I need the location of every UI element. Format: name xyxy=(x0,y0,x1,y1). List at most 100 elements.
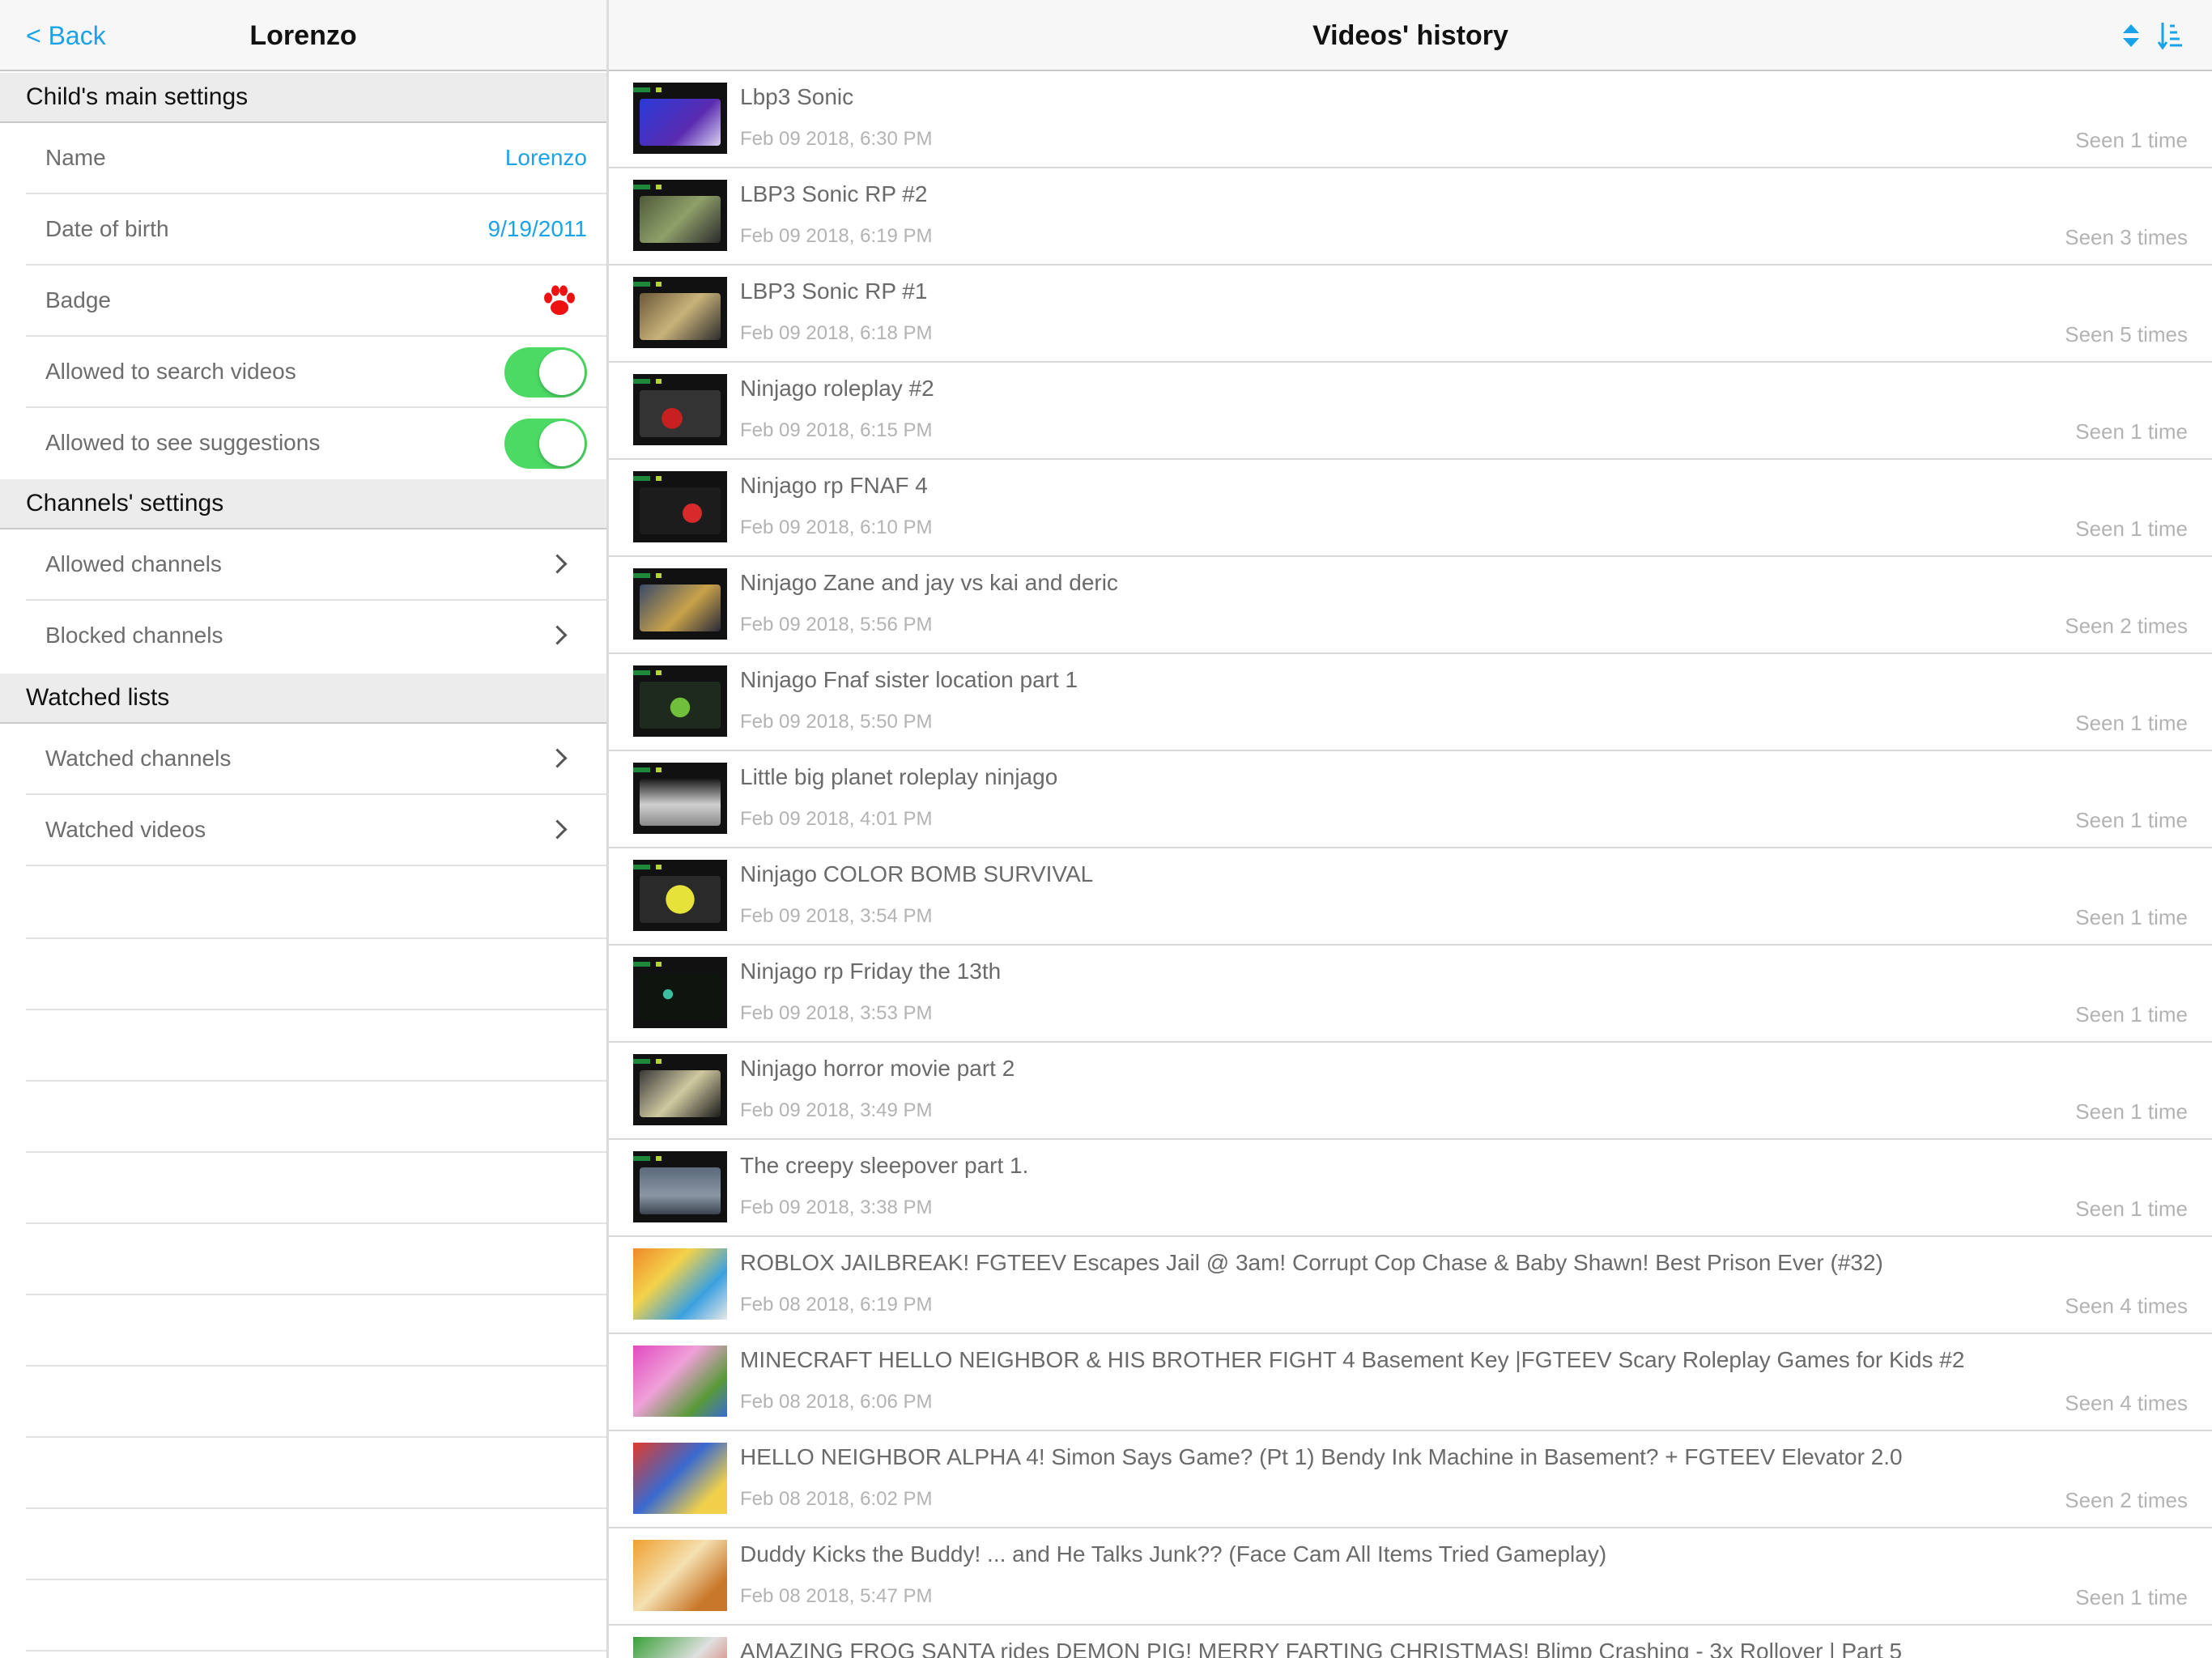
toggle-knob xyxy=(539,350,585,395)
badge-label: Badge xyxy=(45,287,111,312)
empty-row-separator xyxy=(26,1650,606,1652)
video-row[interactable]: MINECRAFT HELLO NEIGHBOR & HIS BROTHER F… xyxy=(609,1334,2212,1431)
video-thumbnail xyxy=(633,665,727,737)
video-title: MINECRAFT HELLO NEIGHBOR & HIS BROTHER F… xyxy=(740,1347,1965,1372)
badge-row[interactable]: Badge xyxy=(26,266,606,337)
video-thumbnail xyxy=(633,471,727,542)
empty-row-separator xyxy=(26,1579,606,1580)
video-row[interactable]: HELLO NEIGHBOR ALPHA 4! Simon Says Game?… xyxy=(609,1431,2212,1528)
video-thumbnail xyxy=(633,1054,727,1125)
video-seen-count: Seen 1 time xyxy=(2075,1002,2188,1027)
empty-row-separator xyxy=(26,1507,606,1509)
date-of-birth-value: 9/19/2011 xyxy=(487,216,588,241)
video-row[interactable]: Duddy Kicks the Buddy! ... and He Talks … xyxy=(609,1528,2212,1626)
video-title: Ninjago horror movie part 2 xyxy=(740,1056,1015,1081)
video-title: Ninjago COLOR BOMB SURVIVAL xyxy=(740,861,1094,886)
video-thumbnail xyxy=(633,374,727,445)
video-thumbnail xyxy=(633,277,727,348)
search-videos-label: Allowed to search videos xyxy=(45,359,296,384)
allowed-channels-label: Allowed channels xyxy=(45,551,222,576)
video-seen-count: Seen 1 time xyxy=(2075,711,2188,735)
video-date: Feb 09 2018, 6:15 PM xyxy=(740,419,933,441)
video-thumbnail xyxy=(633,1443,727,1514)
video-row[interactable]: Ninjago horror movie part 2 Feb 09 2018,… xyxy=(609,1043,2212,1140)
video-row[interactable]: Ninjago rp Friday the 13th Feb 09 2018, … xyxy=(609,946,2212,1043)
video-seen-count: Seen 1 time xyxy=(2075,1197,2188,1221)
video-date: Feb 08 2018, 6:02 PM xyxy=(740,1488,933,1510)
video-row[interactable]: AMAZING FROG SANTA rides DEMON PIG! MERR… xyxy=(609,1626,2212,1658)
video-history-list: Lbp3 Sonic Feb 09 2018, 6:30 PM Seen 1 t… xyxy=(609,71,2212,1658)
video-row[interactable]: Lbp3 Sonic Feb 09 2018, 6:30 PM Seen 1 t… xyxy=(609,71,2212,168)
video-date: Feb 09 2018, 6:30 PM xyxy=(740,128,933,150)
video-row[interactable]: Ninjago COLOR BOMB SURVIVAL Feb 09 2018,… xyxy=(609,848,2212,946)
empty-row-separator xyxy=(26,1009,606,1010)
video-date: Feb 09 2018, 3:54 PM xyxy=(740,905,933,927)
video-row[interactable]: Ninjago rp FNAF 4 Feb 09 2018, 6:10 PM S… xyxy=(609,460,2212,557)
search-videos-toggle[interactable] xyxy=(504,347,587,397)
video-seen-count: Seen 5 times xyxy=(2065,322,2188,346)
video-date: Feb 09 2018, 6:19 PM xyxy=(740,225,933,247)
sort-descending-icon[interactable] xyxy=(2157,21,2183,50)
video-title: Lbp3 Sonic xyxy=(740,84,854,109)
name-label: Name xyxy=(45,145,106,170)
chevron-right-icon xyxy=(547,819,568,840)
video-row[interactable]: LBP3 Sonic RP #1 Feb 09 2018, 6:18 PM Se… xyxy=(609,266,2212,363)
video-thumbnail xyxy=(633,1540,727,1611)
video-row[interactable]: Ninjago Fnaf sister location part 1 Feb … xyxy=(609,654,2212,751)
date-of-birth-label: Date of birth xyxy=(45,216,169,241)
section-header-channels-settings: Channels' settings xyxy=(0,479,606,529)
video-date: Feb 09 2018, 6:10 PM xyxy=(740,517,933,538)
section-header-watched-lists: Watched lists xyxy=(0,674,606,724)
video-thumbnail xyxy=(633,1248,727,1320)
video-thumbnail xyxy=(633,180,727,251)
watched-videos-row[interactable]: Watched videos xyxy=(26,795,606,866)
video-title: Little big planet roleplay ninjago xyxy=(740,764,1058,789)
video-date: Feb 09 2018, 3:49 PM xyxy=(740,1099,933,1121)
video-seen-count: Seen 1 time xyxy=(2075,517,2188,541)
name-value: Lorenzo xyxy=(504,145,587,170)
back-button[interactable]: < Back xyxy=(26,16,106,55)
blocked-channels-row[interactable]: Blocked channels xyxy=(26,601,606,672)
video-date: Feb 08 2018, 6:19 PM xyxy=(740,1294,933,1316)
video-title: The creepy sleepover part 1. xyxy=(740,1153,1029,1178)
chevron-right-icon xyxy=(547,748,568,768)
search-videos-row: Allowed to search videos xyxy=(26,337,606,408)
empty-row-separator xyxy=(26,1365,606,1367)
video-date: Feb 08 2018, 6:06 PM xyxy=(740,1391,933,1413)
video-title: AMAZING FROG SANTA rides DEMON PIG! MERR… xyxy=(740,1639,1903,1658)
video-thumbnail xyxy=(633,1151,727,1222)
right-navigation-bar: Videos' history xyxy=(609,0,2212,71)
video-date: Feb 08 2018, 5:47 PM xyxy=(740,1585,933,1607)
video-row[interactable]: The creepy sleepover part 1. Feb 09 2018… xyxy=(609,1140,2212,1237)
settings-pane: < Back Lorenzo Child's main settings Nam… xyxy=(0,0,606,1658)
video-date: Feb 09 2018, 3:38 PM xyxy=(740,1197,933,1218)
video-title: Duddy Kicks the Buddy! ... and He Talks … xyxy=(740,1541,1607,1567)
video-title: Ninjago rp Friday the 13th xyxy=(740,959,1002,984)
watched-channels-row[interactable]: Watched channels xyxy=(26,724,606,795)
suggestions-toggle[interactable] xyxy=(504,419,587,469)
video-thumbnail xyxy=(633,957,727,1028)
video-title: Ninjago Fnaf sister location part 1 xyxy=(740,667,1078,692)
video-thumbnail xyxy=(633,568,727,640)
video-seen-count: Seen 1 time xyxy=(2075,419,2188,444)
videos-history-title: Videos' history xyxy=(1312,20,1508,51)
video-date: Feb 09 2018, 5:56 PM xyxy=(740,614,933,636)
empty-row-separator xyxy=(26,937,606,939)
video-title: ROBLOX JAILBREAK! FGTEEV Escapes Jail @ … xyxy=(740,1250,1883,1275)
video-row[interactable]: ROBLOX JAILBREAK! FGTEEV Escapes Jail @ … xyxy=(609,1237,2212,1334)
video-row[interactable]: LBP3 Sonic RP #2 Feb 09 2018, 6:19 PM Se… xyxy=(609,168,2212,266)
video-thumbnail xyxy=(633,860,727,931)
video-title: Ninjago rp FNAF 4 xyxy=(740,473,928,498)
video-seen-count: Seen 4 times xyxy=(2065,1391,2188,1415)
video-thumbnail xyxy=(633,1346,727,1417)
allowed-channels-row[interactable]: Allowed channels xyxy=(26,529,606,601)
sort-arrows-icon[interactable] xyxy=(2121,23,2141,49)
video-seen-count: Seen 3 times xyxy=(2065,225,2188,249)
video-title: Ninjago roleplay #2 xyxy=(740,376,934,401)
video-row[interactable]: Little big planet roleplay ninjago Feb 0… xyxy=(609,751,2212,848)
video-thumbnail xyxy=(633,1637,727,1658)
video-row[interactable]: Ninjago Zane and jay vs kai and deric Fe… xyxy=(609,557,2212,654)
name-row[interactable]: Name Lorenzo xyxy=(26,123,606,194)
video-row[interactable]: Ninjago roleplay #2 Feb 09 2018, 6:15 PM… xyxy=(609,363,2212,460)
date-of-birth-row[interactable]: Date of birth 9/19/2011 xyxy=(26,194,606,266)
